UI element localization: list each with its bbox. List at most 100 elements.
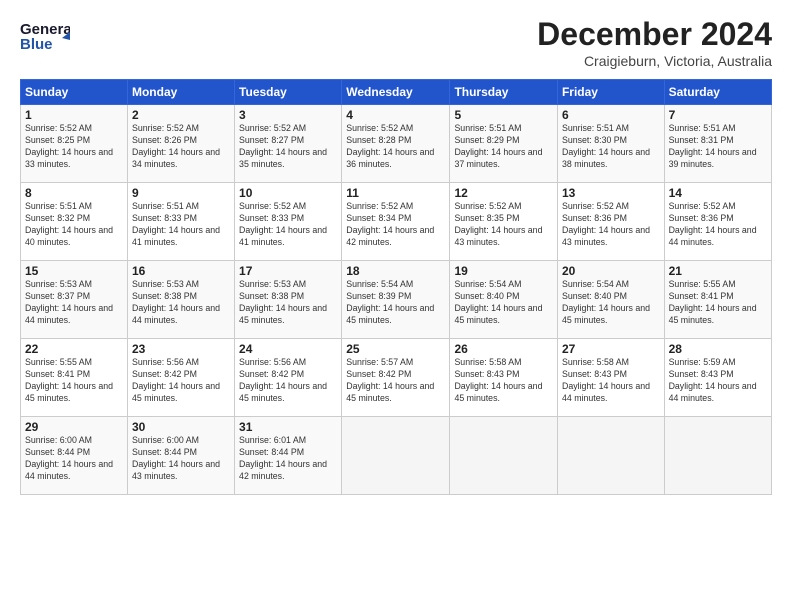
day-info: Sunrise: 5:55 AMSunset: 8:41 PMDaylight:…	[25, 357, 113, 403]
day-number: 26	[454, 342, 553, 356]
page-title: December 2024	[537, 16, 772, 53]
page-subtitle: Craigieburn, Victoria, Australia	[537, 53, 772, 69]
day-info: Sunrise: 5:53 AMSunset: 8:37 PMDaylight:…	[25, 279, 113, 325]
day-number: 19	[454, 264, 553, 278]
table-row: 26 Sunrise: 5:58 AMSunset: 8:43 PMDaylig…	[450, 339, 558, 417]
day-number: 27	[562, 342, 660, 356]
col-monday: Monday	[127, 80, 234, 105]
day-info: Sunrise: 5:57 AMSunset: 8:42 PMDaylight:…	[346, 357, 434, 403]
day-number: 24	[239, 342, 337, 356]
day-number: 30	[132, 420, 230, 434]
day-number: 13	[562, 186, 660, 200]
day-info: Sunrise: 5:52 AMSunset: 8:27 PMDaylight:…	[239, 123, 327, 169]
table-row: 4 Sunrise: 5:52 AMSunset: 8:28 PMDayligh…	[342, 105, 450, 183]
day-info: Sunrise: 5:56 AMSunset: 8:42 PMDaylight:…	[239, 357, 327, 403]
table-row: 2 Sunrise: 5:52 AMSunset: 8:26 PMDayligh…	[127, 105, 234, 183]
day-info: Sunrise: 5:51 AMSunset: 8:32 PMDaylight:…	[25, 201, 113, 247]
day-number: 15	[25, 264, 123, 278]
col-wednesday: Wednesday	[342, 80, 450, 105]
table-row	[557, 417, 664, 495]
table-row: 24 Sunrise: 5:56 AMSunset: 8:42 PMDaylig…	[235, 339, 342, 417]
day-info: Sunrise: 6:00 AMSunset: 8:44 PMDaylight:…	[132, 435, 220, 481]
table-row: 17 Sunrise: 5:53 AMSunset: 8:38 PMDaylig…	[235, 261, 342, 339]
day-number: 10	[239, 186, 337, 200]
calendar-table: Sunday Monday Tuesday Wednesday Thursday…	[20, 79, 772, 495]
day-number: 8	[25, 186, 123, 200]
table-row: 16 Sunrise: 5:53 AMSunset: 8:38 PMDaylig…	[127, 261, 234, 339]
header: General Blue December 2024 Craigieburn, …	[20, 16, 772, 69]
svg-text:Blue: Blue	[20, 36, 53, 53]
day-info: Sunrise: 5:51 AMSunset: 8:33 PMDaylight:…	[132, 201, 220, 247]
logo: General Blue	[20, 16, 70, 54]
day-info: Sunrise: 5:56 AMSunset: 8:42 PMDaylight:…	[132, 357, 220, 403]
day-number: 22	[25, 342, 123, 356]
day-info: Sunrise: 5:52 AMSunset: 8:35 PMDaylight:…	[454, 201, 542, 247]
day-number: 11	[346, 186, 445, 200]
col-saturday: Saturday	[664, 80, 771, 105]
col-tuesday: Tuesday	[235, 80, 342, 105]
day-info: Sunrise: 5:54 AMSunset: 8:40 PMDaylight:…	[454, 279, 542, 325]
table-row: 29 Sunrise: 6:00 AMSunset: 8:44 PMDaylig…	[21, 417, 128, 495]
table-row: 12 Sunrise: 5:52 AMSunset: 8:35 PMDaylig…	[450, 183, 558, 261]
day-info: Sunrise: 5:58 AMSunset: 8:43 PMDaylight:…	[454, 357, 542, 403]
day-number: 18	[346, 264, 445, 278]
page: General Blue December 2024 Craigieburn, …	[0, 0, 792, 612]
table-row: 6 Sunrise: 5:51 AMSunset: 8:30 PMDayligh…	[557, 105, 664, 183]
table-row: 10 Sunrise: 5:52 AMSunset: 8:33 PMDaylig…	[235, 183, 342, 261]
day-info: Sunrise: 5:59 AMSunset: 8:43 PMDaylight:…	[669, 357, 757, 403]
day-number: 28	[669, 342, 767, 356]
logo-icon: General Blue	[20, 16, 70, 54]
day-number: 1	[25, 108, 123, 122]
day-info: Sunrise: 6:01 AMSunset: 8:44 PMDaylight:…	[239, 435, 327, 481]
day-info: Sunrise: 5:52 AMSunset: 8:36 PMDaylight:…	[562, 201, 650, 247]
table-row: 1 Sunrise: 5:52 AMSunset: 8:25 PMDayligh…	[21, 105, 128, 183]
day-number: 17	[239, 264, 337, 278]
day-number: 20	[562, 264, 660, 278]
table-row	[664, 417, 771, 495]
day-info: Sunrise: 5:54 AMSunset: 8:39 PMDaylight:…	[346, 279, 434, 325]
day-number: 16	[132, 264, 230, 278]
table-row: 3 Sunrise: 5:52 AMSunset: 8:27 PMDayligh…	[235, 105, 342, 183]
day-info: Sunrise: 6:00 AMSunset: 8:44 PMDaylight:…	[25, 435, 113, 481]
table-row: 8 Sunrise: 5:51 AMSunset: 8:32 PMDayligh…	[21, 183, 128, 261]
day-info: Sunrise: 5:54 AMSunset: 8:40 PMDaylight:…	[562, 279, 650, 325]
table-row: 15 Sunrise: 5:53 AMSunset: 8:37 PMDaylig…	[21, 261, 128, 339]
table-row: 13 Sunrise: 5:52 AMSunset: 8:36 PMDaylig…	[557, 183, 664, 261]
day-info: Sunrise: 5:53 AMSunset: 8:38 PMDaylight:…	[132, 279, 220, 325]
day-info: Sunrise: 5:52 AMSunset: 8:26 PMDaylight:…	[132, 123, 220, 169]
day-number: 3	[239, 108, 337, 122]
day-info: Sunrise: 5:53 AMSunset: 8:38 PMDaylight:…	[239, 279, 327, 325]
day-number: 2	[132, 108, 230, 122]
day-info: Sunrise: 5:52 AMSunset: 8:36 PMDaylight:…	[669, 201, 757, 247]
table-row: 31 Sunrise: 6:01 AMSunset: 8:44 PMDaylig…	[235, 417, 342, 495]
table-row: 30 Sunrise: 6:00 AMSunset: 8:44 PMDaylig…	[127, 417, 234, 495]
table-row: 19 Sunrise: 5:54 AMSunset: 8:40 PMDaylig…	[450, 261, 558, 339]
day-number: 25	[346, 342, 445, 356]
table-row	[450, 417, 558, 495]
table-row: 21 Sunrise: 5:55 AMSunset: 8:41 PMDaylig…	[664, 261, 771, 339]
day-number: 29	[25, 420, 123, 434]
day-number: 4	[346, 108, 445, 122]
table-row: 18 Sunrise: 5:54 AMSunset: 8:39 PMDaylig…	[342, 261, 450, 339]
day-info: Sunrise: 5:52 AMSunset: 8:34 PMDaylight:…	[346, 201, 434, 247]
table-row: 9 Sunrise: 5:51 AMSunset: 8:33 PMDayligh…	[127, 183, 234, 261]
col-sunday: Sunday	[21, 80, 128, 105]
table-row: 5 Sunrise: 5:51 AMSunset: 8:29 PMDayligh…	[450, 105, 558, 183]
col-thursday: Thursday	[450, 80, 558, 105]
day-info: Sunrise: 5:52 AMSunset: 8:28 PMDaylight:…	[346, 123, 434, 169]
table-row: 28 Sunrise: 5:59 AMSunset: 8:43 PMDaylig…	[664, 339, 771, 417]
day-info: Sunrise: 5:58 AMSunset: 8:43 PMDaylight:…	[562, 357, 650, 403]
col-friday: Friday	[557, 80, 664, 105]
day-info: Sunrise: 5:52 AMSunset: 8:25 PMDaylight:…	[25, 123, 113, 169]
day-number: 14	[669, 186, 767, 200]
table-row: 23 Sunrise: 5:56 AMSunset: 8:42 PMDaylig…	[127, 339, 234, 417]
table-row: 11 Sunrise: 5:52 AMSunset: 8:34 PMDaylig…	[342, 183, 450, 261]
day-info: Sunrise: 5:51 AMSunset: 8:31 PMDaylight:…	[669, 123, 757, 169]
table-row	[342, 417, 450, 495]
table-row: 27 Sunrise: 5:58 AMSunset: 8:43 PMDaylig…	[557, 339, 664, 417]
day-number: 5	[454, 108, 553, 122]
day-number: 9	[132, 186, 230, 200]
day-number: 6	[562, 108, 660, 122]
day-info: Sunrise: 5:52 AMSunset: 8:33 PMDaylight:…	[239, 201, 327, 247]
day-number: 7	[669, 108, 767, 122]
